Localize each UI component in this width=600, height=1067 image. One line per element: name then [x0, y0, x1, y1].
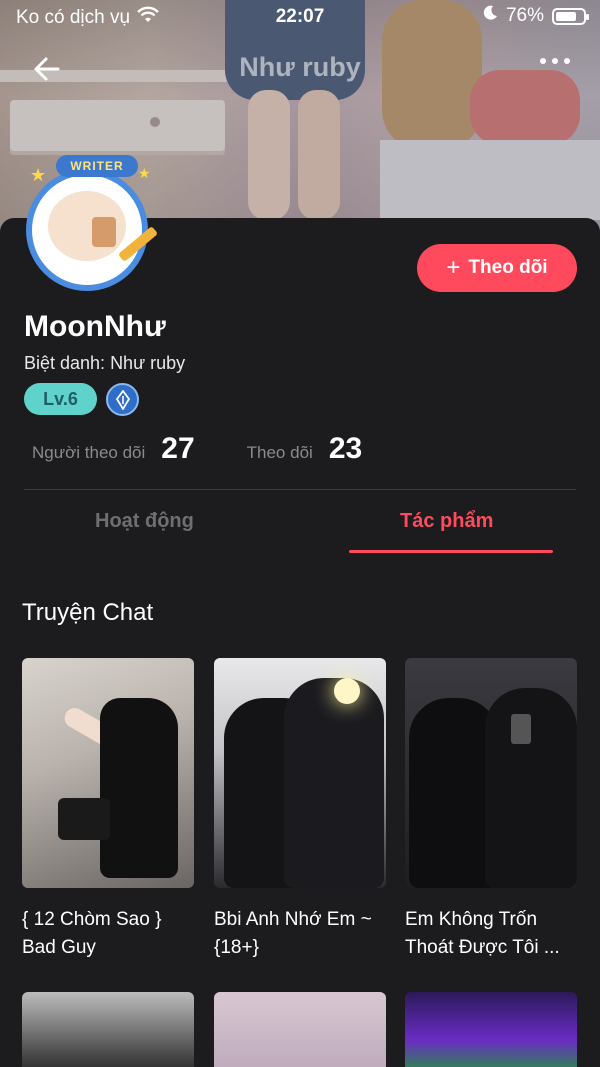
verified-badge-icon[interactable] [106, 383, 139, 416]
story-card[interactable]: Em Không Trốn Thoát Được Tôi ... [405, 658, 577, 962]
top-nav-bar: Như ruby [0, 40, 600, 96]
follow-button[interactable]: + Theo dõi [417, 244, 577, 292]
story-cover-image [214, 658, 386, 888]
tab-works[interactable]: Tác phẩm [400, 510, 493, 533]
story-cover-image[interactable] [405, 992, 577, 1067]
story-cover-image [405, 658, 577, 888]
battery-percent: 76% [505, 5, 544, 26]
story-cover-image[interactable] [22, 992, 194, 1067]
tab-activity[interactable]: Hoạt động [95, 510, 194, 533]
moon-icon [482, 5, 498, 27]
profile-tabs: Hoạt động Tác phẩm [0, 490, 600, 553]
tab-indicator [349, 550, 553, 553]
status-bar: Ko có dịch vụ 22:07 76% [0, 0, 600, 34]
username: MoonNhư [24, 310, 166, 343]
story-card[interactable]: { 12 Chòm Sao } Bad Guy [22, 658, 194, 962]
avatar[interactable]: ★ ★ WRITER [18, 155, 159, 291]
follow-button-label: Theo dõi [468, 257, 548, 278]
star-icon: ★ [30, 165, 47, 185]
story-card[interactable]: Bbi Anh Nhớ Em ~ {18+} [214, 658, 386, 962]
following-count[interactable]: 23 [329, 432, 362, 466]
story-cover-image [22, 658, 194, 888]
followers-count[interactable]: 27 [161, 432, 194, 466]
page-title: Như ruby [239, 52, 361, 82]
battery-icon [552, 7, 589, 25]
plus-icon: + [446, 254, 461, 281]
story-cover-image[interactable] [214, 992, 386, 1067]
section-title: Truyện Chat [22, 599, 154, 626]
more-dots-icon[interactable] [540, 58, 570, 64]
following-label: Theo dõi [246, 443, 313, 462]
followers-label: Người theo dõi [32, 443, 146, 462]
level-badge: Lv.6 [24, 383, 97, 415]
story-title: Bbi Anh Nhớ Em ~ {18+} [214, 909, 372, 958]
nickname: Biệt danh: Như ruby [24, 353, 186, 373]
writer-tag: WRITER [56, 155, 138, 177]
profile-stats: Người theo dõi 27 Theo dõi 23 [32, 432, 362, 466]
star-icon: ★ [138, 165, 151, 181]
story-title: { 12 Chòm Sao } Bad Guy [22, 909, 162, 958]
story-title: Em Không Trốn Thoát Được Tôi ... [405, 909, 560, 958]
